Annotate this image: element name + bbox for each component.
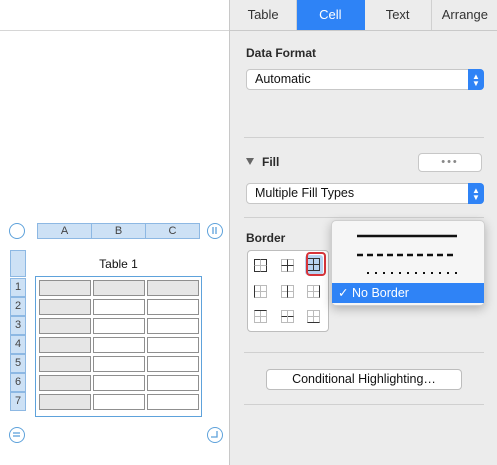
- pause-icon: [212, 227, 217, 234]
- section-divider: [244, 137, 484, 138]
- tab-cell[interactable]: Cell: [297, 0, 365, 30]
- table-cell[interactable]: [147, 337, 199, 353]
- section-divider: [244, 217, 484, 218]
- row-header-1[interactable]: 1: [10, 278, 26, 297]
- table-cell[interactable]: [93, 375, 145, 391]
- table-cell[interactable]: [93, 299, 145, 315]
- row-header-7[interactable]: 7: [10, 392, 26, 411]
- table-title[interactable]: Table 1: [35, 257, 202, 271]
- row-header-3[interactable]: 3: [10, 316, 26, 335]
- fill-popup[interactable]: Multiple Fill Types ▲ ▼: [246, 183, 484, 204]
- add-row-handle[interactable]: [9, 427, 25, 443]
- tab-table[interactable]: Table: [230, 0, 298, 30]
- border-outside-icon[interactable]: [254, 259, 267, 272]
- table-cell[interactable]: [39, 375, 91, 391]
- table-cell[interactable]: [93, 280, 145, 296]
- column-header-a[interactable]: A: [37, 223, 92, 239]
- table-cell[interactable]: [93, 394, 145, 410]
- border-inside-icon[interactable]: [281, 259, 294, 272]
- border-horizontal-icon[interactable]: [281, 310, 294, 323]
- table-cell[interactable]: [147, 280, 199, 296]
- section-divider: [244, 352, 484, 353]
- data-format-title: Data Format: [246, 46, 317, 60]
- data-format-value: Automatic: [255, 72, 311, 86]
- fill-value: Multiple Fill Types: [255, 186, 355, 200]
- table-cell[interactable]: [147, 356, 199, 372]
- table-body[interactable]: [35, 276, 202, 417]
- table-cell[interactable]: [147, 318, 199, 334]
- table-move-handle[interactable]: [9, 223, 25, 239]
- row-header-2[interactable]: 2: [10, 297, 26, 316]
- checkmark-icon: ✓: [338, 286, 349, 300]
- table-resize-handle[interactable]: [207, 427, 223, 443]
- border-right-icon[interactable]: [307, 285, 320, 298]
- table-cell[interactable]: [39, 394, 91, 410]
- border-left-icon[interactable]: [254, 285, 267, 298]
- disclosure-triangle-icon[interactable]: [246, 158, 254, 165]
- table-cell[interactable]: [39, 299, 91, 315]
- table-cell[interactable]: [93, 337, 145, 353]
- table-cell[interactable]: [147, 394, 199, 410]
- add-column-handle[interactable]: [207, 223, 223, 239]
- border-title: Border: [246, 231, 286, 245]
- dashed-line-option[interactable]: [357, 251, 457, 259]
- tab-text[interactable]: Text: [365, 0, 432, 30]
- row-header-4[interactable]: 4: [10, 335, 26, 354]
- table-cell[interactable]: [93, 356, 145, 372]
- highlight-ring: [306, 252, 326, 276]
- table-cell[interactable]: [39, 280, 91, 296]
- table-cell[interactable]: [39, 337, 91, 353]
- border-bottom-icon[interactable]: [307, 310, 320, 323]
- column-header-b[interactable]: B: [91, 223, 146, 239]
- row-header-6[interactable]: 6: [10, 373, 26, 392]
- solid-line-option[interactable]: [357, 232, 457, 240]
- tab-arrange[interactable]: Arrange: [432, 0, 497, 30]
- no-border-option[interactable]: ✓ No Border: [332, 283, 484, 303]
- row-header-top: [10, 250, 26, 277]
- stepper-arrows-icon: ▲ ▼: [468, 183, 484, 204]
- dotted-line-option[interactable]: [357, 269, 457, 277]
- data-format-popup[interactable]: Automatic ▲ ▼: [246, 69, 484, 90]
- section-divider: [244, 404, 484, 405]
- border-style-menu: ✓ No Border: [331, 220, 485, 306]
- canvas-toolbar-separator: [0, 30, 229, 31]
- column-header-c[interactable]: C: [145, 223, 200, 239]
- resize-corner-icon: [211, 431, 218, 438]
- row-header-5[interactable]: 5: [10, 354, 26, 373]
- fill-options-button[interactable]: •••: [418, 153, 482, 172]
- stepper-arrows-icon: ▲ ▼: [468, 69, 484, 90]
- table-cell[interactable]: [93, 318, 145, 334]
- fill-title: Fill: [262, 155, 280, 169]
- table-cell[interactable]: [147, 299, 199, 315]
- equals-icon: [13, 432, 20, 437]
- border-vertical-icon[interactable]: [281, 285, 294, 298]
- conditional-highlighting-button[interactable]: Conditional Highlighting…: [266, 369, 462, 390]
- border-top-icon[interactable]: [254, 310, 267, 323]
- sheet-canvas: A B C 1 2 3 4 5 6 7 Table 1: [0, 0, 229, 465]
- inspector-tabs: Table Cell Text Arrange: [230, 0, 497, 31]
- table-cell[interactable]: [39, 356, 91, 372]
- table-cell[interactable]: [147, 375, 199, 391]
- table-cell[interactable]: [39, 318, 91, 334]
- no-border-label: No Border: [352, 286, 409, 300]
